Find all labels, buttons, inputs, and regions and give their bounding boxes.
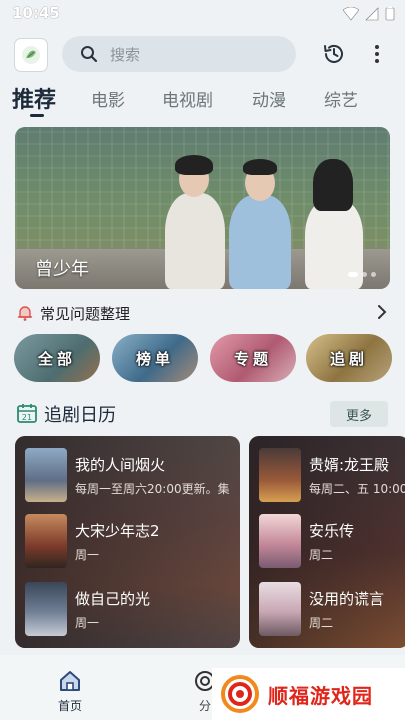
category-shortcuts: 全部 榜单 专题 追剧	[14, 334, 394, 384]
leaf-logo-icon	[22, 46, 40, 64]
tab-anime[interactable]: 动漫	[252, 86, 286, 111]
banner-figure	[229, 195, 291, 289]
calendar-header: 21 追剧日历 更多	[16, 400, 390, 428]
faq-row[interactable]: 常见问题整理	[16, 300, 391, 326]
search-placeholder: 搜索	[110, 45, 141, 64]
poster-thumbnail	[259, 514, 301, 568]
active-tab-indicator	[30, 114, 44, 117]
banner-figure	[165, 193, 225, 289]
poster-thumbnail	[259, 582, 301, 636]
svg-text:21: 21	[22, 413, 32, 422]
history-icon[interactable]	[322, 42, 346, 66]
banner-title: 曾少年	[35, 259, 89, 280]
chevron-right-icon	[378, 305, 387, 319]
calendar-item[interactable]: 没用的谎言 周二	[259, 582, 405, 638]
top-bar: 搜索	[0, 28, 405, 80]
shortcut-all[interactable]: 全部	[14, 334, 100, 382]
shortcut-ranking[interactable]: 榜单	[112, 334, 198, 382]
bell-icon	[17, 306, 33, 321]
site-watermark: 顺福游戏园	[212, 668, 405, 720]
battery-icon	[385, 6, 395, 21]
calendar-item[interactable]: 安乐传 周二	[259, 514, 405, 570]
signal-icon	[365, 6, 379, 20]
poster-thumbnail	[25, 514, 67, 568]
calendar-card: 贵婿:龙王殿 每周二、五 10:00 安乐传 周二 没用的谎言 周二	[249, 436, 405, 648]
tab-tv-series[interactable]: 电视剧	[162, 86, 213, 111]
more-menu-icon[interactable]	[372, 42, 382, 66]
poster-thumbnail	[25, 448, 67, 502]
poster-thumbnail	[259, 448, 301, 502]
app-logo[interactable]	[14, 38, 48, 72]
calendar-card: 我的人间烟火 每周一至周六20:00更新。集 大宋少年志2 周一 做自己的光 周…	[15, 436, 240, 648]
search-icon	[81, 46, 98, 63]
watermark-logo-icon	[221, 675, 259, 713]
home-icon	[60, 671, 80, 691]
nav-home[interactable]: 首页	[50, 667, 90, 713]
wifi-icon	[343, 6, 359, 20]
calendar-item[interactable]: 我的人间烟火 每周一至周六20:00更新。集	[25, 448, 240, 504]
faq-label: 常见问题整理	[40, 304, 131, 323]
search-bar[interactable]: 搜索	[62, 36, 296, 72]
shortcut-follow[interactable]: 追剧	[306, 334, 392, 382]
category-tabs: 推荐 电影 电视剧 动漫 综艺	[0, 80, 405, 122]
calendar-item[interactable]: 做自己的光 周一	[25, 582, 240, 638]
banner-pagination	[348, 272, 376, 277]
shortcut-topics[interactable]: 专题	[210, 334, 296, 382]
calendar-item[interactable]: 贵婿:龙王殿 每周二、五 10:00	[259, 448, 405, 504]
calendar-more-button[interactable]: 更多	[330, 401, 388, 427]
status-time: 10:45	[12, 4, 60, 22]
tab-movie[interactable]: 电影	[91, 86, 125, 111]
status-bar: 10:45	[0, 0, 405, 28]
calendar-icon: 21	[17, 404, 37, 423]
tab-recommend[interactable]: 推荐	[12, 82, 56, 114]
calendar-title: 追剧日历	[44, 405, 116, 426]
tab-variety[interactable]: 综艺	[324, 86, 358, 111]
featured-banner[interactable]: 曾少年	[15, 127, 390, 289]
poster-thumbnail	[25, 582, 67, 636]
watermark-text: 顺福游戏园	[268, 683, 373, 708]
calendar-item[interactable]: 大宋少年志2 周一	[25, 514, 240, 570]
